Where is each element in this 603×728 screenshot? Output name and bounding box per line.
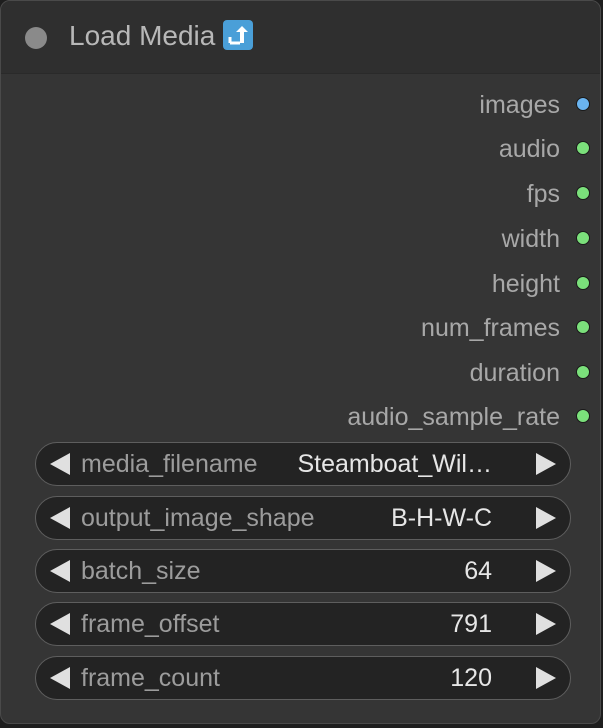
increment-arrow-icon[interactable] (536, 613, 556, 635)
widget-value: 64 (464, 557, 492, 585)
output-label-audio: audio (498, 135, 560, 163)
widget-value: Steamboat_Wil… (297, 450, 492, 478)
widget-frame-offset[interactable]: frame_offset 791 (35, 602, 571, 646)
output-label-fps: fps (526, 180, 560, 208)
decrement-arrow-icon[interactable] (50, 507, 70, 529)
output-row-audio[interactable]: audio (1, 133, 600, 163)
widget-media-filename[interactable]: media_filename Steamboat_Wil… (35, 442, 571, 486)
output-row-height[interactable]: height (1, 268, 600, 298)
node-title-bar[interactable]: Load Media (1, 1, 600, 74)
widget-label: frame_count (81, 664, 220, 692)
output-socket-images[interactable] (576, 97, 590, 111)
output-row-audio-sample-rate[interactable]: audio_sample_rate (1, 401, 600, 431)
node-title-label: Load Media (69, 20, 216, 51)
output-socket-duration[interactable] (576, 365, 590, 379)
node-title: Load Media (69, 20, 254, 52)
decrement-arrow-icon[interactable] (50, 453, 70, 475)
output-row-duration[interactable]: duration (1, 357, 600, 387)
output-row-fps[interactable]: fps (1, 178, 600, 208)
output-label-height: height (491, 270, 560, 298)
widget-frame-count[interactable]: frame_count 120 (35, 656, 571, 700)
widget-value: 791 (450, 610, 492, 638)
increment-arrow-icon[interactable] (536, 507, 556, 529)
output-socket-width[interactable] (576, 231, 590, 245)
increment-arrow-icon[interactable] (536, 667, 556, 689)
widget-value: 120 (450, 664, 492, 692)
output-socket-audio[interactable] (576, 141, 590, 155)
widget-batch-size[interactable]: batch_size 64 (35, 549, 571, 593)
widget-label: media_filename (81, 450, 258, 478)
output-row-num-frames[interactable]: num_frames (1, 312, 600, 342)
output-socket-height[interactable] (576, 276, 590, 290)
widget-value: B-H-W-C (391, 504, 492, 532)
decrement-arrow-icon[interactable] (50, 613, 70, 635)
output-label-duration: duration (469, 359, 560, 387)
output-label-images: images (479, 91, 560, 119)
widget-label: output_image_shape (81, 504, 315, 532)
output-row-width[interactable]: width (1, 223, 600, 253)
increment-arrow-icon[interactable] (536, 560, 556, 582)
output-label-num-frames: num_frames (421, 314, 560, 342)
increment-arrow-icon[interactable] (536, 453, 556, 475)
widget-label: frame_offset (81, 610, 220, 638)
widget-output-image-shape[interactable]: output_image_shape B-H-W-C (35, 496, 571, 540)
widget-label: batch_size (81, 557, 201, 585)
output-label-audio-sample-rate: audio_sample_rate (347, 403, 560, 431)
decrement-arrow-icon[interactable] (50, 667, 70, 689)
output-socket-audio-sample-rate[interactable] (576, 409, 590, 423)
output-label-width: width (501, 225, 560, 253)
output-socket-fps[interactable] (576, 186, 590, 200)
decrement-arrow-icon[interactable] (50, 560, 70, 582)
up-arrow-emoji-icon (223, 20, 254, 50)
output-socket-num-frames[interactable] (576, 320, 590, 334)
output-row-images[interactable]: images (1, 89, 600, 119)
load-media-node[interactable]: Load Media images audio fps width height… (0, 0, 601, 724)
node-collapse-dot[interactable] (25, 27, 47, 49)
